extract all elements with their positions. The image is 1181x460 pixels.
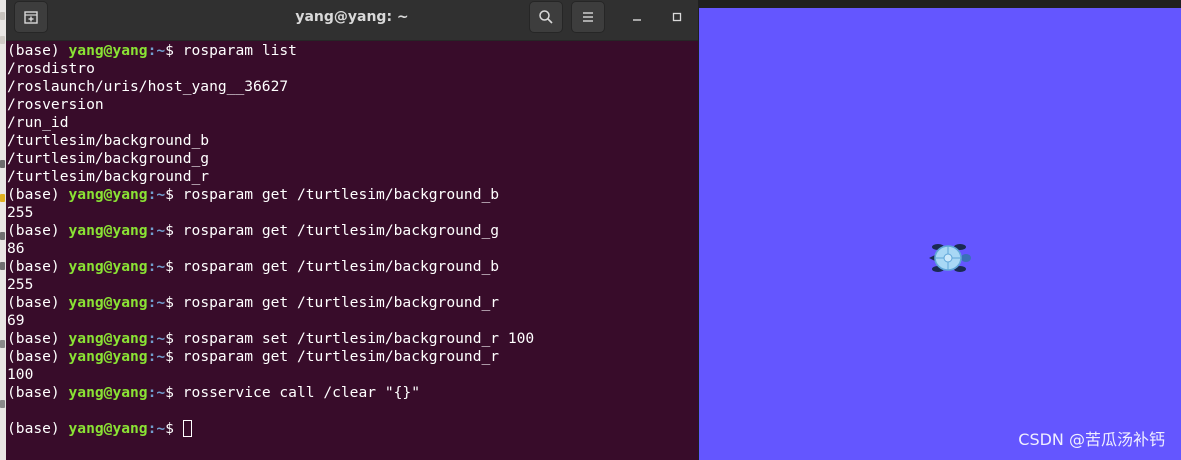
terminal-output-line: /turtlesim/background_g <box>7 150 210 167</box>
terminal-command-line: (base) yang@yang:~$ rosparam get /turtle… <box>7 294 534 312</box>
prompt-segment: $ <box>165 222 183 239</box>
prompt-segment: (base) <box>7 294 69 311</box>
prompt-segment: (base) <box>7 186 69 203</box>
prompt-segment: (base) <box>7 222 69 239</box>
prompt-segment: yang@yang <box>68 294 148 311</box>
terminal-output-line: /turtlesim/background_b <box>7 132 210 149</box>
prompt-segment: yang@yang <box>68 222 148 239</box>
terminal-command-line: (base) yang@yang:~$ rosparam get /turtle… <box>7 258 534 276</box>
terminal-command-line: (base) yang@yang:~$ rosparam get /turtle… <box>7 222 534 240</box>
watermark: CSDN @苦瓜汤补钙 <box>1018 430 1165 449</box>
search-button[interactable] <box>529 1 563 33</box>
turtlesim-canvas: CSDN @苦瓜汤补钙 <box>699 8 1181 460</box>
command-text: rosparam get /turtlesim/background_g <box>182 222 500 239</box>
terminal-output-line: 69 <box>7 312 25 329</box>
prompt-segment: $ <box>165 186 183 203</box>
terminal-command-line: (base) yang@yang:~$ rosparam list <box>7 42 534 60</box>
terminal-output-line: 255 <box>7 276 34 293</box>
command-text: rosparam get /turtlesim/background_r <box>182 294 500 311</box>
terminal-command-line: (base) yang@yang:~$ rosparam set /turtle… <box>7 330 534 348</box>
prompt-segment: (base) <box>7 348 69 365</box>
minimize-button[interactable] <box>626 6 648 28</box>
prompt-segment: :~ <box>147 258 166 275</box>
maximize-icon <box>672 12 682 22</box>
terminal-output-line: /roslaunch/uris/host_yang__36627 <box>7 78 289 95</box>
prompt-segment: $ <box>165 42 183 59</box>
prompt-segment: $ <box>165 294 183 311</box>
maximize-button[interactable] <box>666 6 688 28</box>
terminal-output-line: /rosdistro <box>7 60 95 77</box>
terminal-titlebar[interactable]: yang@yang: ~ <box>6 0 698 41</box>
command-text: rosparam list <box>182 42 297 59</box>
prompt-segment: yang@yang <box>68 42 148 59</box>
hamburger-menu-icon <box>583 12 593 22</box>
prompt-segment: yang@yang <box>68 186 148 203</box>
terminal-window[interactable]: yang@yang: ~ (base) yang@yang:~$ rospara… <box>6 0 698 460</box>
prompt-segment: $ <box>165 384 183 401</box>
prompt-segment: yang@yang <box>68 258 148 275</box>
terminal-lines: (base) yang@yang:~$ rosparam list/rosdis… <box>7 42 534 438</box>
menu-button[interactable] <box>571 1 605 33</box>
minimize-icon <box>633 19 641 21</box>
turtlesim-window[interactable]: CSDN @苦瓜汤补钙 <box>698 0 1181 460</box>
new-tab-button[interactable] <box>14 1 48 33</box>
prompt-segment: $ <box>165 420 183 437</box>
prompt-segment: $ <box>165 348 183 365</box>
command-text: rosservice call /clear "{}" <box>182 384 420 401</box>
terminal-command-line: (base) yang@yang:~$ rosservice call /cle… <box>7 384 534 402</box>
prompt-segment: (base) <box>7 384 69 401</box>
prompt-segment: (base) <box>7 420 69 437</box>
terminal-command-line: (base) yang@yang:~$ <box>7 420 534 438</box>
terminal-output-line: /turtlesim/background_r <box>7 168 210 185</box>
prompt-segment: yang@yang <box>68 384 148 401</box>
new-tab-icon <box>24 11 38 24</box>
prompt-segment: :~ <box>147 420 166 437</box>
terminal-output-line <box>7 402 534 420</box>
command-text: rosparam get /turtlesim/background_b <box>182 258 500 275</box>
prompt-segment: (base) <box>7 330 69 347</box>
prompt-segment: yang@yang <box>68 420 148 437</box>
prompt-segment: (base) <box>7 42 69 59</box>
terminal-command-line: (base) yang@yang:~$ rosparam get /turtle… <box>7 186 534 204</box>
search-icon <box>539 10 553 24</box>
terminal-output-line: 100 <box>7 366 34 383</box>
command-text: rosparam get /turtlesim/background_b <box>182 186 500 203</box>
terminal-cursor <box>182 420 192 437</box>
terminal-output-line: /run_id <box>7 114 69 131</box>
prompt-segment: $ <box>165 330 183 347</box>
turtle-icon <box>929 244 971 272</box>
terminal-output-line: 86 <box>7 240 25 257</box>
command-text: rosparam set /turtlesim/background_r 100 <box>182 330 535 347</box>
prompt-segment: :~ <box>147 384 166 401</box>
prompt-segment: yang@yang <box>68 330 148 347</box>
prompt-segment: :~ <box>147 42 166 59</box>
prompt-segment: :~ <box>147 294 166 311</box>
terminal-output[interactable]: (base) yang@yang:~$ rosparam list/rosdis… <box>6 41 698 460</box>
command-text: rosparam get /turtlesim/background_r <box>182 348 500 365</box>
terminal-output-line: /rosversion <box>7 96 104 113</box>
prompt-segment: (base) <box>7 258 69 275</box>
prompt-segment: :~ <box>147 222 166 239</box>
prompt-segment: :~ <box>147 186 166 203</box>
prompt-segment: yang@yang <box>68 348 148 365</box>
terminal-output-line: 255 <box>7 204 34 221</box>
terminal-command-line: (base) yang@yang:~$ rosparam get /turtle… <box>7 348 534 366</box>
prompt-segment: :~ <box>147 348 166 365</box>
prompt-segment: $ <box>165 258 183 275</box>
prompt-segment: :~ <box>147 330 166 347</box>
